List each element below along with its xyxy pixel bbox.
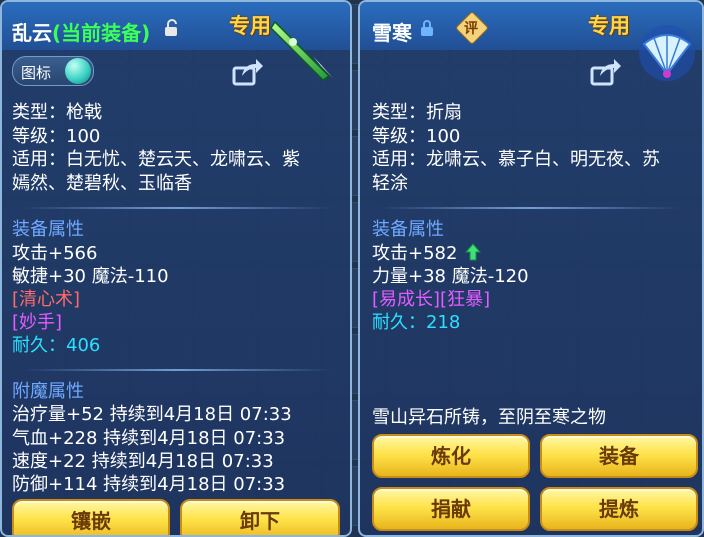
- attr-suitable: 适用：白无忧、楚云天、龙啸云、紫: [12, 149, 300, 170]
- gem-icon: [65, 58, 91, 84]
- unlock-icon[interactable]: [164, 19, 178, 37]
- attr-type: 类型：折扇: [372, 102, 462, 123]
- skill-label: [易成长][狂暴]: [372, 289, 491, 310]
- stat-line: 力量+38 魔法-120: [372, 266, 529, 287]
- divider: [380, 207, 680, 209]
- skill-label: [妙手]: [12, 312, 63, 333]
- enchant-line: 气血+228 持续到4月18日 07:33: [12, 428, 286, 449]
- inlay-button[interactable]: 镶嵌: [12, 499, 170, 535]
- divider: [22, 207, 332, 209]
- enchant-line: 防御+114 持续到4月18日 07:33: [12, 474, 286, 495]
- lock-icon[interactable]: [420, 19, 434, 37]
- spear-item-icon: [270, 20, 333, 81]
- exclusive-label: 专用: [588, 14, 630, 38]
- attr-level: 等级：100: [12, 126, 101, 147]
- item-description: 雪山异石所铸，至阴至寒之物: [372, 407, 606, 428]
- equip-attr-header: 装备属性: [372, 219, 444, 240]
- attr-suitable-cont: 嫣然、楚碧秋、玉临香: [12, 173, 192, 194]
- compare-equipment-panel: 雪寒 评 专用 类型：折扇 等级：100 适用：龙啸云、慕子白、明无夜、苏 轻涂…: [358, 0, 704, 537]
- fan-item-icon: [639, 25, 695, 81]
- extract-button[interactable]: 提炼: [540, 487, 698, 531]
- equip-attr-header: 装备属性: [12, 219, 84, 240]
- exclusive-label: 专用: [229, 14, 271, 38]
- evaluate-icon[interactable]: 评: [455, 11, 489, 45]
- icon-badge[interactable]: 图标: [12, 56, 94, 86]
- enchant-header: 附魔属性: [12, 381, 84, 402]
- attr-type: 类型：枪戟: [12, 102, 102, 123]
- item-title: 乱云(当前装备): [12, 17, 150, 46]
- evaluate-label: 评: [464, 21, 478, 37]
- badge-label: 图标: [21, 64, 52, 82]
- arrow-up-icon: [465, 243, 482, 261]
- unequip-button[interactable]: 卸下: [180, 499, 340, 535]
- stat-line: 攻击+582: [372, 243, 482, 265]
- divider: [22, 369, 332, 371]
- enchant-line: 速度+22 持续到4月18日 07:33: [12, 451, 274, 472]
- equip-button[interactable]: 装备: [540, 434, 698, 478]
- attr-suitable: 适用：龙啸云、慕子白、明无夜、苏: [372, 149, 660, 170]
- refine-button[interactable]: 炼化: [372, 434, 530, 478]
- attr-suitable-cont: 轻涂: [372, 173, 408, 194]
- donate-button[interactable]: 捐献: [372, 487, 530, 531]
- equipped-status: (当前装备): [52, 21, 151, 45]
- stat-line: 攻击+566: [12, 243, 98, 264]
- attr-level: 等级：100: [372, 126, 461, 147]
- enchant-line: 治疗量+52 持续到4月18日 07:33: [12, 404, 292, 425]
- current-equipment-panel: 乱云(当前装备) 专用 图标 类型：枪戟 等级：100 适用：白无忧、楚云天、龙…: [0, 0, 352, 537]
- item-name: 乱云: [12, 21, 52, 45]
- durability: 耐久：406: [12, 335, 101, 356]
- item-name: 雪寒: [372, 21, 412, 45]
- share-icon[interactable]: [232, 58, 264, 86]
- skill-label: [清心术]: [12, 289, 81, 310]
- stat-line: 敏捷+30 魔法-110: [12, 266, 169, 287]
- share-icon[interactable]: [590, 58, 622, 86]
- durability: 耐久：218: [372, 312, 461, 333]
